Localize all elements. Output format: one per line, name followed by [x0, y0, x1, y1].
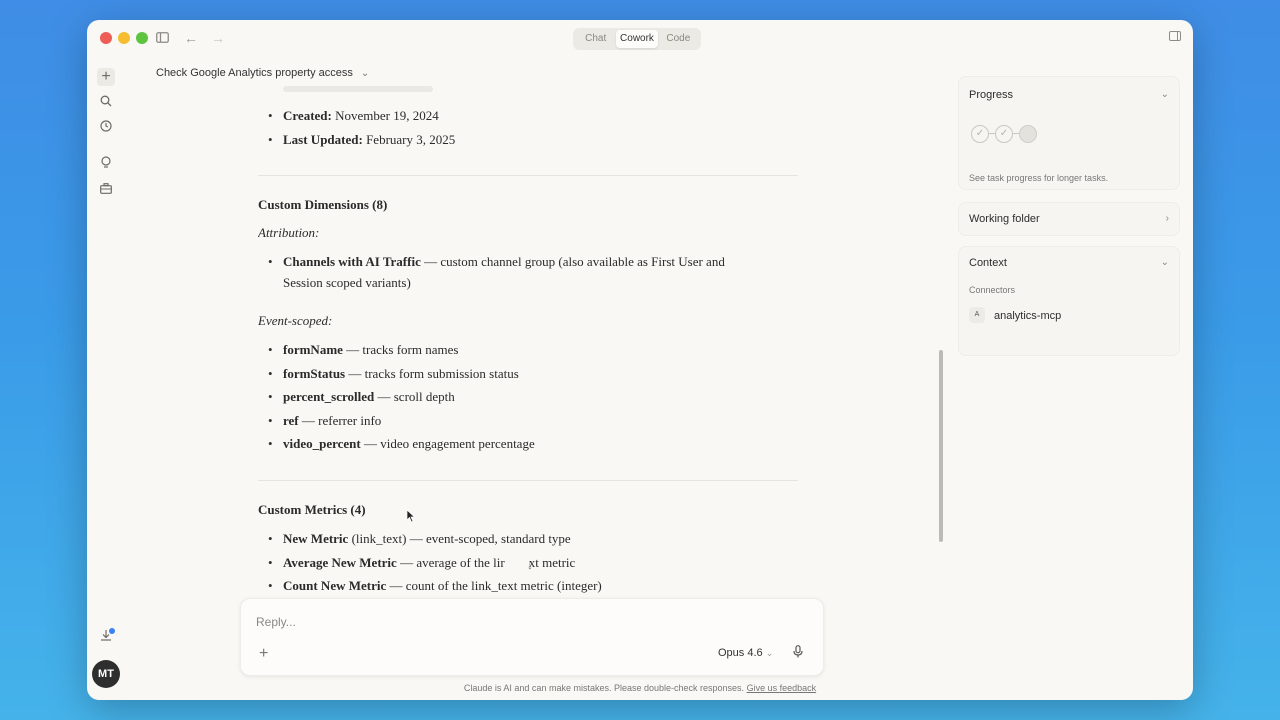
step-complete-icon: ✓: [971, 125, 989, 143]
list-item: formName — tracks form names: [268, 342, 458, 358]
minimize-window-button[interactable]: [118, 32, 130, 44]
step-pending-icon: [1019, 125, 1037, 143]
list-item: New Metric (link_text) — event-scoped, s…: [268, 531, 571, 547]
close-window-button[interactable]: [100, 32, 112, 44]
microphone-icon[interactable]: [793, 645, 803, 661]
attribution-label: Attribution:: [258, 225, 320, 240]
chevron-down-icon[interactable]: ⌄: [1161, 257, 1169, 268]
context-card: Context ⌄ Connectors A analytics-mcp: [958, 246, 1180, 356]
model-selector[interactable]: Opus 4.6 ⌄: [718, 647, 773, 659]
connector-icon: A: [969, 307, 985, 323]
mode-switch: Chat Cowork Code: [573, 28, 701, 50]
chevron-right-icon: ›: [1165, 213, 1169, 224]
sidebar-toggle-icon[interactable]: [156, 30, 169, 46]
left-rail: + MT: [87, 56, 125, 700]
tab-code[interactable]: Code: [658, 30, 699, 48]
working-folder-card[interactable]: Working folder ›: [958, 202, 1180, 236]
list-item: percent_scrolled — scroll depth: [268, 389, 455, 405]
lightbulb-icon[interactable]: [97, 156, 115, 174]
add-attachment-icon[interactable]: +: [259, 645, 268, 663]
progress-note: See task progress for longer tasks.: [969, 173, 1109, 183]
notification-dot: [109, 628, 115, 634]
working-folder-title: Working folder: [969, 213, 1040, 225]
connector-name[interactable]: analytics-mcp: [994, 310, 1061, 322]
custom-dimensions-heading: Custom Dimensions (8): [258, 197, 388, 212]
disclaimer: Claude is AI and can make mistakes. Plea…: [463, 683, 817, 693]
forward-arrow-icon[interactable]: →: [211, 30, 225, 46]
content-scrollbar[interactable]: [939, 350, 943, 542]
scroll-to-bottom-icon[interactable]: ↓: [527, 558, 533, 572]
app-window: ← → Chat Cowork Code + MT Check Google A: [87, 20, 1193, 700]
tab-cowork[interactable]: Cowork: [616, 30, 658, 48]
list-item: Count New Metric — count of the link_tex…: [268, 578, 602, 594]
chevron-down-icon[interactable]: ⌄: [1161, 89, 1169, 100]
list-item: video_percent — video engagement percent…: [268, 436, 535, 452]
list-item: Last Updated: February 3, 2025: [268, 132, 455, 148]
new-chat-icon[interactable]: +: [97, 68, 115, 86]
list-item: Created: November 19, 2024: [268, 108, 439, 124]
maximize-window-button[interactable]: [136, 32, 148, 44]
progress-title: Progress: [969, 89, 1014, 101]
custom-metrics-heading: Custom Metrics (4): [258, 502, 366, 517]
tab-chat[interactable]: Chat: [575, 30, 616, 48]
faded-line: [283, 86, 433, 92]
divider: [258, 175, 798, 176]
mouse-cursor-icon: [407, 510, 416, 523]
divider: [258, 480, 798, 481]
message-content: Created: November 19, 2024 Last Updated:…: [258, 76, 818, 616]
history-clock-icon[interactable]: [97, 119, 115, 137]
search-icon[interactable]: [97, 94, 115, 112]
feedback-link[interactable]: Give us feedback: [747, 683, 817, 693]
right-panel-toggle-icon[interactable]: [1169, 31, 1181, 41]
event-scoped-label: Event-scoped:: [258, 313, 333, 328]
list-item: formStatus — tracks form submission stat…: [268, 366, 519, 382]
context-title: Context: [969, 257, 1007, 269]
list-item-continuation: Session scoped variants): [283, 275, 411, 290]
list-item: ref — referrer info: [268, 413, 381, 429]
connectors-label: Connectors: [969, 285, 1016, 295]
reply-composer: Reply... + Opus 4.6 ⌄: [240, 598, 824, 676]
title-bar: ← → Chat Cowork Code: [87, 20, 1193, 56]
list-item: Channels with AI Traffic — custom channe…: [268, 254, 725, 270]
briefcase-icon[interactable]: [97, 181, 115, 199]
back-arrow-icon[interactable]: ←: [184, 30, 198, 46]
step-complete-icon: ✓: [995, 125, 1013, 143]
progress-card: Progress ⌄ ✓ ✓ See task progress for lon…: [958, 76, 1180, 190]
reply-input[interactable]: Reply...: [256, 615, 296, 629]
